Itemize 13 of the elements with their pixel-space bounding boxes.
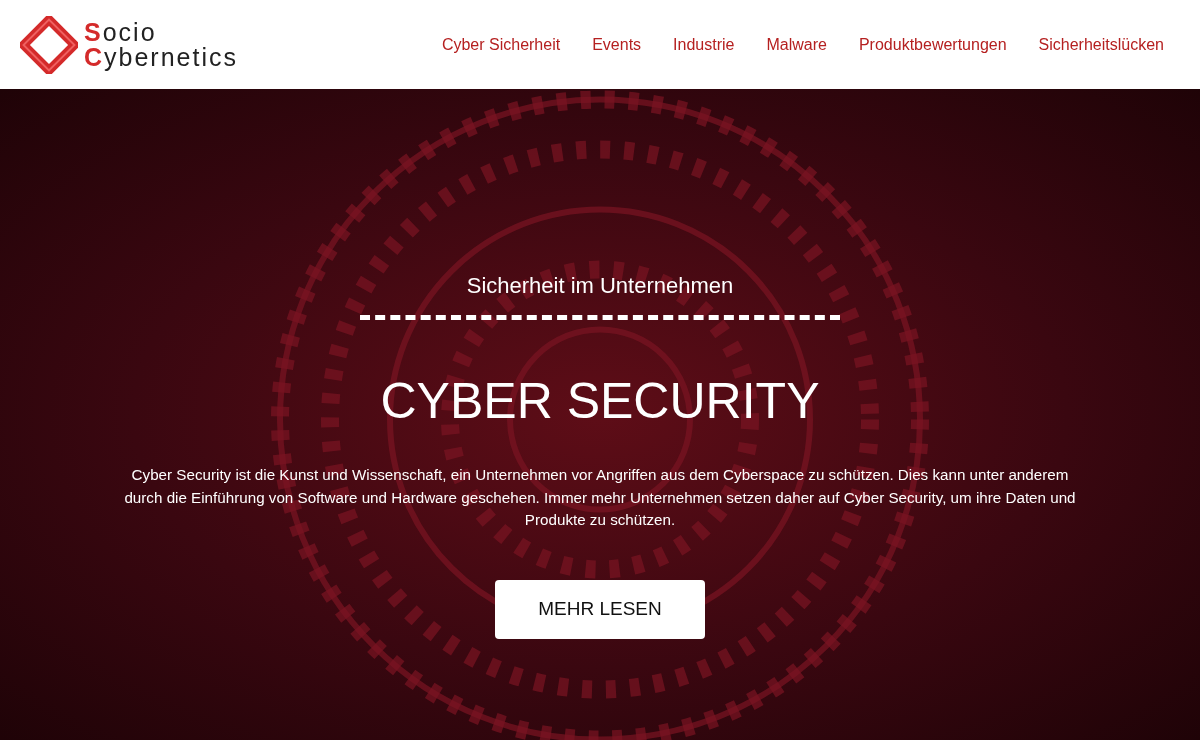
nav-link[interactable]: Industrie: [673, 35, 735, 54]
nav-link[interactable]: Malware: [766, 35, 827, 54]
logo-icon: [20, 15, 78, 74]
logo-text: Cybernetics: [84, 44, 238, 70]
hero-title: CYBER SECURITY: [380, 372, 820, 430]
hero-subtitle: Sicherheit im Unternehmen: [466, 273, 734, 299]
nav-link[interactable]: Sicherheitslücken: [1038, 35, 1164, 54]
read-more-button[interactable]: MEHR LESEN: [495, 579, 705, 639]
logo-text: Socio: [84, 19, 158, 45]
nav-link[interactable]: Events: [592, 35, 642, 54]
hero-description: Cyber Security ist die Kunst und Wissenschaft, ein Unternehmen vor Angriffen aus dem Cyberspace zu schützen. Dies kann unter anderem durch die Einführung von Software und Hardware geschehen. Immer mehr Unternehmen setzen daher auf Cyber Security, um ihre Daten und Produkte zu schützen.: [123, 465, 1077, 530]
nav-link[interactable]: Cyber Sicherheit: [441, 35, 561, 54]
nav-link[interactable]: Produktbewertungen: [858, 35, 1007, 54]
